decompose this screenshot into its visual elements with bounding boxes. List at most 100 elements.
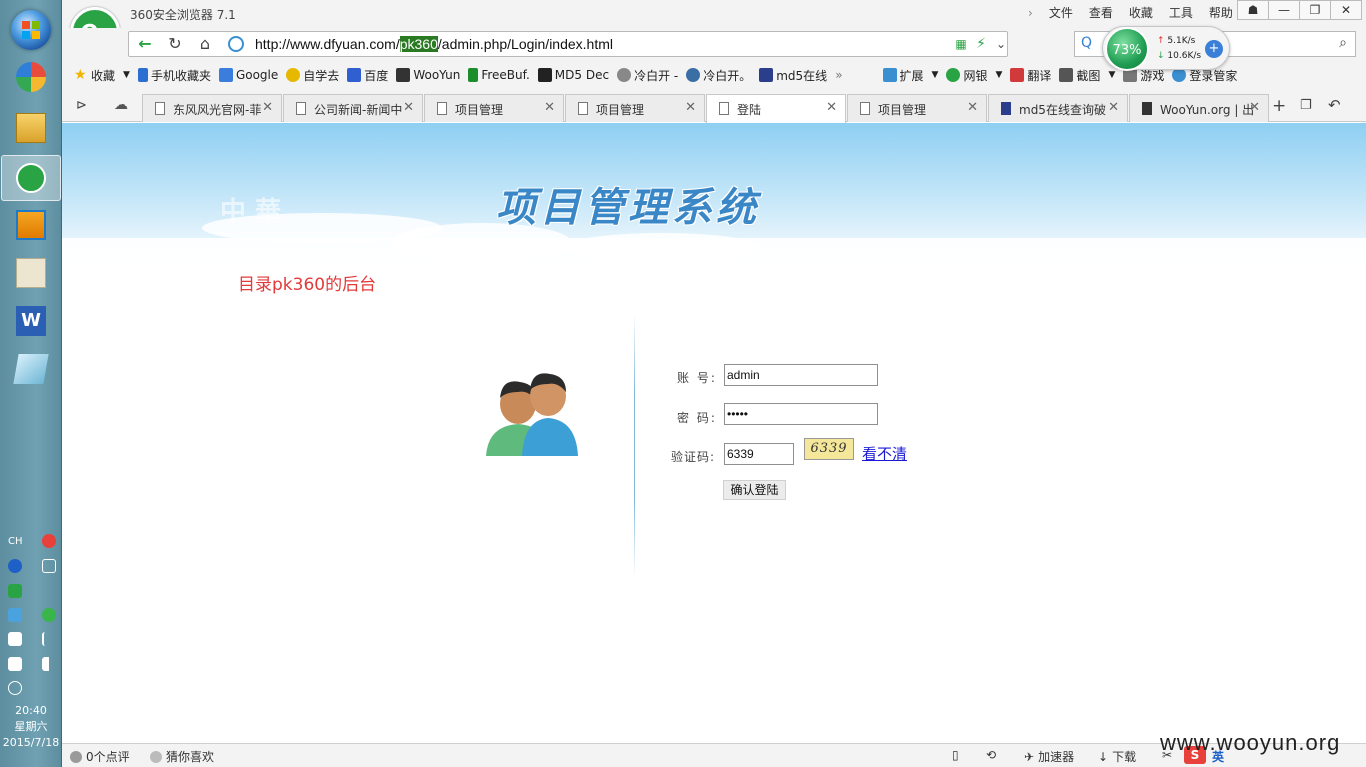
fav-item-3[interactable]: 自学去 (282, 64, 343, 86)
sidebar-toggle-icon[interactable]: ⊳ (76, 98, 87, 113)
face-app-icon[interactable] (16, 258, 46, 288)
flag-icon[interactable] (42, 632, 56, 646)
ext-item-2[interactable]: 翻译 (1006, 64, 1055, 86)
tab-2[interactable]: 项目管理 ✕ (424, 94, 564, 122)
tab-5[interactable]: 项目管理 ✕ (847, 94, 987, 122)
close-button[interactable]: ✕ (1330, 0, 1362, 20)
word-icon[interactable]: W (16, 306, 46, 336)
back-icon[interactable]: ← (131, 34, 159, 54)
shield-icon[interactable] (8, 584, 22, 598)
download-button[interactable]: ↓ 下载 (1098, 748, 1136, 765)
help-icon[interactable] (8, 559, 22, 573)
captcha-label: 验证码: (671, 450, 716, 464)
tab-close-icon[interactable]: ✕ (544, 100, 555, 115)
app-colorful-icon[interactable] (16, 62, 46, 92)
banner-title: 项目管理系统 (496, 184, 760, 231)
tab-close-icon[interactable]: ✕ (1108, 100, 1119, 115)
guess-status[interactable]: 猜你喜欢 (150, 748, 214, 765)
new-tab-icon[interactable]: + (1272, 96, 1286, 116)
fav-item-5[interactable]: WooYun (392, 64, 464, 86)
password-input[interactable]: ••••• (724, 403, 878, 425)
menu-favorites[interactable]: 收藏 (1121, 4, 1161, 22)
lang-indicator[interactable]: CH (8, 536, 23, 547)
fav-item-9[interactable]: 冷白开。 (682, 64, 755, 86)
tab-close-icon[interactable]: ✕ (262, 100, 273, 115)
tab-close-icon[interactable]: ✕ (967, 100, 978, 115)
notepad-icon[interactable] (13, 354, 49, 384)
ext-item-3[interactable]: 截图 ▼ (1055, 64, 1119, 86)
captcha-image[interactable]: 6339 (804, 438, 854, 460)
display-icon[interactable] (8, 632, 22, 646)
signal-icon[interactable] (42, 657, 56, 671)
cloud-icon[interactable]: ☁ (114, 97, 128, 113)
home-icon[interactable]: ⌂ (191, 34, 219, 54)
fav-item-10[interactable]: md5在线 (755, 64, 831, 86)
menu-tools[interactable]: 工具 (1161, 4, 1201, 22)
network-icon[interactable] (42, 559, 56, 573)
clock-time[interactable]: 20:40 (0, 703, 62, 718)
fav-item-2[interactable]: Google (215, 64, 282, 86)
taskbar-360-browser[interactable] (1, 155, 61, 201)
tab-3[interactable]: 项目管理 ✕ (565, 94, 705, 122)
minimize-button[interactable]: — (1268, 0, 1300, 20)
fav-item-4[interactable]: 百度 (343, 64, 392, 86)
sogou-icon[interactable] (42, 534, 56, 548)
clock-weekday[interactable]: 星期六 (0, 719, 62, 734)
tab-close-icon[interactable]: ✕ (685, 100, 696, 115)
start-button[interactable] (11, 10, 51, 50)
tab-4-active[interactable]: 登陆 ✕ (706, 94, 846, 123)
plus-icon[interactable]: + (1205, 40, 1223, 58)
speed-percent: 73% (1105, 27, 1149, 71)
accelerator-button[interactable]: ✈ 加速器 (1024, 748, 1074, 765)
clock-date[interactable]: 2015/7/18 (0, 735, 62, 750)
captcha-refresh-link[interactable]: 看不清 (862, 443, 907, 464)
login-submit-button[interactable]: 确认登陆 (723, 480, 786, 500)
menu-help[interactable]: 帮助 (1201, 4, 1241, 22)
fav-item-1[interactable]: 手机收藏夹 (134, 64, 215, 86)
volume-icon[interactable] (8, 681, 22, 695)
captcha-input[interactable]: 6339 (724, 443, 794, 465)
comments-status[interactable]: 0个点评 (70, 748, 130, 765)
menu-file[interactable]: 文件 (1041, 4, 1081, 22)
undo-close-icon[interactable]: ↶ (1328, 96, 1341, 114)
fav-item-0[interactable]: ★ 收藏 ▼ (62, 64, 134, 86)
app-window-icon[interactable] (16, 210, 46, 240)
more-favorites-icon[interactable]: » (831, 64, 846, 86)
tab-close-icon[interactable]: ✕ (826, 100, 837, 115)
refresh-icon[interactable]: ↻ (161, 34, 189, 54)
fav-item-6[interactable]: FreeBuf. (464, 64, 533, 86)
mobile-icon[interactable]: ▯ (952, 748, 959, 762)
tab-list-icon[interactable]: ❐ (1300, 98, 1312, 113)
fav-item-7[interactable]: MD5 Dec (534, 64, 613, 86)
chevron-down-icon: ▼ (995, 70, 1003, 80)
account-input[interactable]: admin (724, 364, 878, 386)
folder-icon[interactable] (16, 113, 46, 143)
download-arrow-icon: ↓ (1157, 51, 1168, 61)
browser-window: 360安全浏览器 7.1 › 文件 查看 收藏 工具 帮助 ☗ — ❐ ✕ e … (62, 0, 1366, 767)
search-icon[interactable]: ⌕ (1339, 35, 1347, 51)
tab-6[interactable]: md5在线查询破 ✕ (988, 94, 1128, 122)
fav-item-8[interactable]: 冷白开 - (613, 64, 682, 86)
grid-icon (1001, 102, 1011, 115)
url-input[interactable]: http://www.dfyuan.com/pk360/admin.php/Lo… (255, 36, 613, 52)
ext-item-1[interactable]: 网银 ▼ (942, 64, 1006, 86)
menu-arrow-icon[interactable]: › (1020, 4, 1041, 22)
menu-view[interactable]: 查看 (1081, 4, 1121, 22)
tab-7[interactable]: WooYun.org | 出 ✕ (1129, 94, 1269, 122)
history-icon[interactable]: ⟲ (986, 748, 996, 762)
tab-1[interactable]: 公司新闻-新闻中 ✕ (283, 94, 423, 122)
clipboard-icon[interactable] (8, 657, 22, 671)
tray-app-icon[interactable] (8, 608, 22, 622)
maximize-button[interactable]: ❐ (1299, 0, 1331, 20)
tab-close-icon[interactable]: ✕ (1249, 100, 1260, 115)
banner-faint-text: 中 華 (220, 197, 282, 227)
rocket-icon: ✈ (1024, 749, 1035, 764)
plus-green-icon[interactable] (42, 608, 56, 622)
network-speed-widget[interactable]: 73% ↑ 5.1K/s ↓ 10.6K/s + (1102, 26, 1230, 71)
skin-icon[interactable]: ☗ (1237, 0, 1269, 20)
search-engine-icon[interactable]: Q (1081, 35, 1092, 51)
tab-0[interactable]: 东风风光官网-菲 ✕ (142, 94, 282, 122)
ext-item-0[interactable]: 扩展 ▼ (879, 64, 943, 86)
tab-close-icon[interactable]: ✕ (403, 100, 414, 115)
dropdown-chevron-icon[interactable]: ⌄ (987, 34, 1015, 54)
